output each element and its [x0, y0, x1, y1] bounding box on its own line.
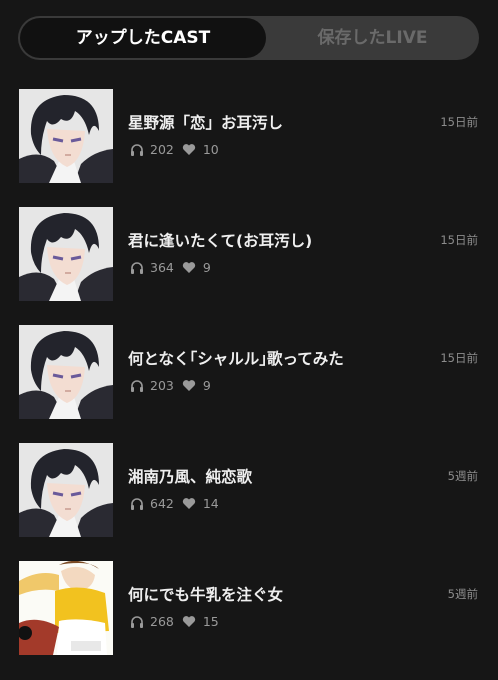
play-count: 364	[150, 259, 174, 275]
cast-title: 君に逢いたくて(お耳汚し)	[128, 232, 313, 250]
cast-title: 湘南乃風、純恋歌	[128, 468, 253, 486]
list-item[interactable]: 湘南乃風、純恋歌 642 14 5週前	[0, 443, 498, 538]
cast-title: 何にでも牛乳を注ぐ女	[128, 586, 284, 604]
thumbnail	[19, 89, 113, 183]
tab-uploaded-cast[interactable]: アップしたCAST	[20, 18, 266, 58]
tab-saved-live[interactable]: 保存したLIVE	[266, 16, 479, 60]
cast-stats: 203 9	[129, 377, 219, 393]
posted-ago: 15日前	[440, 115, 478, 129]
like-count: 14	[202, 495, 219, 511]
play-count: 203	[150, 377, 174, 393]
list-item[interactable]: 君に逢いたくて(お耳汚し) 364 9 15日前	[0, 207, 498, 302]
heart-icon	[182, 614, 197, 628]
heart-icon	[182, 260, 197, 274]
play-count: 642	[150, 495, 174, 511]
cast-stats: 268 15	[129, 613, 227, 629]
like-count: 9	[202, 377, 211, 393]
headphones-icon	[129, 142, 144, 156]
cast-stats: 642 14	[129, 495, 227, 511]
headphones-icon	[129, 260, 144, 274]
thumbnail	[19, 325, 113, 419]
headphones-icon	[129, 378, 144, 392]
heart-icon	[182, 378, 197, 392]
thumbnail	[19, 443, 113, 537]
thumbnail	[19, 561, 113, 655]
play-count: 268	[150, 613, 174, 629]
cast-stats: 202 10	[129, 141, 227, 157]
posted-ago: 15日前	[440, 233, 478, 247]
headphones-icon	[129, 614, 144, 628]
like-count: 9	[202, 259, 211, 275]
headphones-icon	[129, 496, 144, 510]
cast-title: 何となく｢シャルル｣歌ってみた	[128, 350, 344, 368]
list-item[interactable]: 何にでも牛乳を注ぐ女 268 15 5週前	[0, 561, 498, 656]
like-count: 10	[202, 141, 219, 157]
thumbnail	[19, 207, 113, 301]
cast-stats: 364 9	[129, 259, 219, 275]
cast-title: 星野源「恋」お耳汚し	[128, 114, 284, 132]
heart-icon	[182, 496, 197, 510]
posted-ago: 5週前	[447, 587, 478, 601]
tab-switcher: アップしたCAST 保存したLIVE	[18, 16, 479, 60]
heart-icon	[182, 142, 197, 156]
play-count: 202	[150, 141, 174, 157]
like-count: 15	[202, 613, 219, 629]
list-item[interactable]: 星野源「恋」お耳汚し 202 10 15日前	[0, 89, 498, 184]
posted-ago: 15日前	[440, 351, 478, 365]
list-item[interactable]: 何となく｢シャルル｣歌ってみた 203 9 15日前	[0, 325, 498, 420]
posted-ago: 5週前	[447, 469, 478, 483]
